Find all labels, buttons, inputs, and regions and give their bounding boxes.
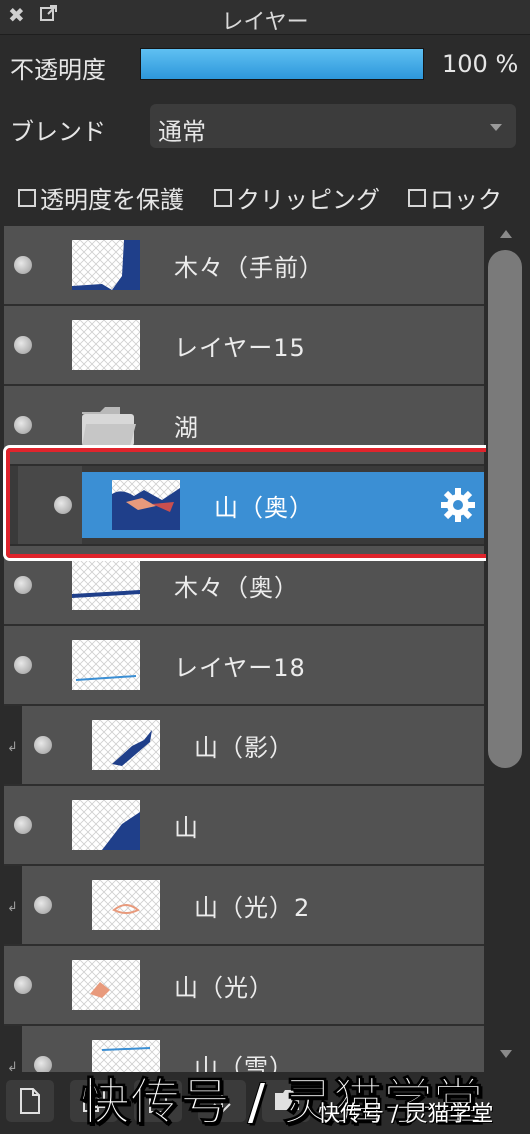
visibility-toggle-icon[interactable] xyxy=(14,656,32,674)
layer-name: 山（光）2 xyxy=(194,894,311,922)
layer-thumbnail xyxy=(72,240,140,290)
selected-layer-highlight-box xyxy=(6,448,506,558)
checkbox-label: ロック xyxy=(430,186,502,214)
layer-name: 木々（奥） xyxy=(174,574,299,602)
visibility-toggle-icon[interactable] xyxy=(14,816,32,834)
protect-alpha-checkbox[interactable]: 透明度を保護 xyxy=(18,180,184,215)
layer-row-clipped[interactable]: ↲ 山（光）2 xyxy=(4,866,484,946)
new-layer-icon xyxy=(20,1088,40,1114)
visibility-toggle-icon[interactable] xyxy=(14,976,32,994)
layer-name: 木々（手前） xyxy=(174,254,324,282)
panel-title: レイヤー xyxy=(221,10,309,35)
layer-row[interactable]: 山 xyxy=(4,786,484,866)
checkbox-label: 透明度を保護 xyxy=(40,186,184,214)
layer-name: 山（影） xyxy=(194,734,294,762)
blend-label: ブレンド xyxy=(10,118,106,146)
checkbox-box xyxy=(214,188,232,207)
chevron-down-icon xyxy=(490,124,502,131)
checkbox-label: クリッピング xyxy=(236,186,380,214)
layer-row[interactable]: 木々（手前） xyxy=(4,226,484,306)
layer-name: 山（光） xyxy=(174,974,274,1002)
layer-row[interactable]: レイヤー15 xyxy=(4,306,484,386)
clip-arrow-icon: ↲ xyxy=(7,900,18,915)
layer-thumbnail xyxy=(92,720,160,770)
opacity-value: 100 % xyxy=(442,50,519,78)
visibility-toggle-icon[interactable] xyxy=(14,256,32,274)
opacity-slider[interactable] xyxy=(140,48,424,80)
scroll-down-icon[interactable] xyxy=(500,1050,512,1058)
checkbox-box xyxy=(408,188,426,207)
watermark-subtext: 快传号 / 灵猫学堂 xyxy=(318,1102,494,1127)
visibility-toggle-icon[interactable] xyxy=(34,736,52,754)
layer-row[interactable]: 木々（奥） xyxy=(4,546,484,626)
new-layer-button[interactable] xyxy=(6,1080,54,1122)
blend-mode-value: 通常 xyxy=(158,118,206,146)
layer-thumbnail xyxy=(72,960,140,1010)
layer-thumbnail xyxy=(72,560,140,610)
scroll-up-icon[interactable] xyxy=(500,230,512,238)
layer-row[interactable]: レイヤー18 xyxy=(4,626,484,706)
lock-checkbox[interactable]: ロック xyxy=(408,180,502,215)
layer-name: 湖 xyxy=(174,414,199,442)
visibility-toggle-icon[interactable] xyxy=(14,576,32,594)
visibility-toggle-icon[interactable] xyxy=(14,416,32,434)
layer-name: 山 xyxy=(174,814,199,842)
opacity-label: 不透明度 xyxy=(10,56,106,84)
layer-row-clipped[interactable]: ↲ 山（影） xyxy=(4,706,484,786)
opacity-slider-fill xyxy=(141,49,423,79)
panel-titlebar: ✖ レイヤー xyxy=(0,0,530,35)
checkbox-box xyxy=(18,188,36,207)
layer-row[interactable]: 山（光） xyxy=(4,946,484,1026)
layer-thumbnail xyxy=(72,640,140,690)
layer-name: レイヤー15 xyxy=(174,334,306,362)
layer-thumbnail xyxy=(92,880,160,930)
scrollbar-thumb[interactable] xyxy=(488,250,522,768)
blend-mode-select[interactable]: 通常 xyxy=(150,104,516,148)
layer-thumbnail xyxy=(72,320,140,370)
visibility-toggle-icon[interactable] xyxy=(34,896,52,914)
clipping-checkbox[interactable]: クリッピング xyxy=(214,180,380,215)
layer-list[interactable]: 木々（手前） レイヤー15 湖 山（奥） 木々（奥） レイヤー18 ↲ 山（影）… xyxy=(4,226,484,1074)
visibility-toggle-icon[interactable] xyxy=(14,336,32,354)
folder-icon xyxy=(82,407,136,446)
layer-name: レイヤー18 xyxy=(174,654,306,682)
clip-arrow-icon: ↲ xyxy=(7,740,18,755)
layer-thumbnail xyxy=(72,800,140,850)
